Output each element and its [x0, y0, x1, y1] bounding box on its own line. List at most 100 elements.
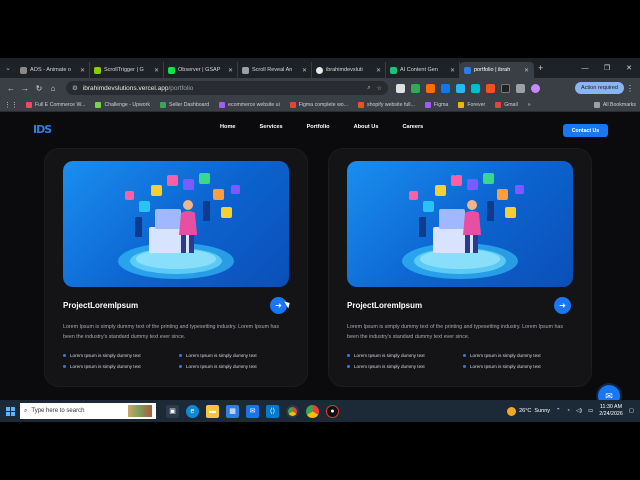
feature-text: Lorem Ipsum is simply dummy text — [70, 353, 141, 358]
task-view-icon[interactable]: ▣ — [166, 404, 179, 418]
tab-portfolio[interactable]: portfolio | ibrah ✕ — [460, 62, 534, 78]
bookmark-item[interactable]: Gmail — [495, 101, 518, 108]
all-bookmarks-label: All Bookmarks — [602, 101, 636, 108]
bookmark-item[interactable]: Forever — [458, 101, 485, 108]
nav-services[interactable]: Services — [260, 124, 283, 130]
vscode-icon[interactable]: ⟨⟩ — [266, 404, 279, 418]
site-navbar: IDS Home Services Portfolio About Us Car… — [0, 112, 640, 142]
developer-illustration — [402, 173, 524, 279]
tab-title: AI Content Gen — [400, 67, 438, 73]
tab-favicon — [390, 66, 397, 74]
close-icon[interactable]: ✕ — [302, 67, 307, 74]
letterbox-top — [0, 0, 640, 58]
profile-avatar-icon[interactable] — [531, 83, 540, 93]
bookmark-item[interactable]: Challenge - Upwork — [95, 101, 150, 108]
reload-button[interactable]: ↻ — [32, 84, 46, 93]
edge-icon[interactable]: e — [186, 404, 199, 418]
close-icon[interactable]: ✕ — [376, 67, 381, 74]
tab-ai-content[interactable]: AI Content Gen ✕ — [386, 62, 460, 78]
bookmark-item[interactable]: Figma complete wo... — [289, 101, 348, 108]
bullet-dot-icon — [463, 354, 466, 357]
github-icon — [316, 66, 323, 74]
chevron-up-icon[interactable]: ⌃ — [556, 408, 561, 414]
bookmark-item[interactable]: shopify website full... — [358, 101, 415, 108]
battery-icon[interactable]: ▭ — [588, 408, 593, 414]
bullet-dot-icon — [347, 365, 350, 368]
extension-icon[interactable] — [501, 83, 510, 93]
close-icon[interactable]: ✕ — [228, 67, 233, 74]
extensions-puzzle-icon[interactable] — [516, 83, 525, 93]
volume-icon[interactable]: ◁) — [576, 408, 582, 414]
time: 11:30 AM — [600, 404, 622, 410]
project-description: Lorem Ipsum is simply dummy text of the … — [347, 324, 563, 340]
url-host: ibrahimdevslutions.vercel.app — [82, 84, 169, 92]
new-tab-button[interactable]: + — [538, 63, 543, 73]
arrow-right-icon[interactable]: ➜ — [554, 297, 571, 314]
apps-grid-icon[interactable]: ⋮⋮ — [4, 101, 18, 109]
back-button[interactable]: ← — [4, 84, 18, 93]
tab-strip: ⌄ AOS - Animate o ✕ ScrollTrigger | G ✕ Ob… — [0, 58, 640, 78]
tab-favicon — [20, 66, 27, 74]
extension-icon[interactable] — [396, 83, 405, 93]
site-info-icon[interactable]: ⚙ — [72, 84, 78, 92]
bookmark-item[interactable]: Figma — [424, 101, 448, 108]
taskbar-search[interactable]: ⌕ Type here to search — [20, 403, 156, 419]
screen-recorder-icon[interactable]: ● — [326, 404, 339, 418]
more-menu-icon[interactable]: ⋮ — [624, 84, 636, 93]
mail-app-icon[interactable]: ✉ — [246, 404, 259, 418]
minimize-button[interactable]: — — [574, 65, 596, 72]
nav-careers[interactable]: Careers — [402, 124, 423, 130]
tab-observer[interactable]: Observer | GSAP ✕ — [164, 62, 238, 78]
site-logo[interactable]: IDS — [33, 123, 52, 136]
bookmark-item[interactable]: ecommerce website ui — [219, 101, 280, 108]
zoom-icon[interactable]: ⌕ — [367, 85, 370, 92]
notifications-icon[interactable]: ▢ — [629, 408, 634, 414]
all-bookmarks-button[interactable]: All Bookmarks — [593, 101, 636, 108]
address-bar[interactable]: ⚙ ibrahimdevslutions.vercel.app/portfoli… — [66, 81, 388, 95]
extension-icon[interactable] — [486, 83, 495, 93]
contact-us-button[interactable]: Contact Us — [563, 124, 608, 137]
project-card: ProjectLoremIpsum ➜ Lorem Ipsum is simpl… — [329, 149, 591, 386]
nav-portfolio[interactable]: Portfolio — [307, 124, 330, 130]
mail-icon[interactable]: ✉ — [598, 385, 620, 400]
browser-window: ⌄ AOS - Animate o ✕ ScrollTrigger | G ✕ Ob… — [0, 58, 640, 400]
close-window-button[interactable]: ✕ — [618, 64, 640, 72]
file-explorer-icon[interactable]: ▬ — [206, 404, 219, 418]
home-button[interactable]: ⌂ — [46, 84, 60, 93]
extension-icon[interactable] — [441, 83, 450, 93]
chrome-icon[interactable] — [306, 404, 319, 418]
windows-logo — [5, 406, 15, 416]
action-required-button[interactable]: Action required — [575, 82, 624, 94]
extension-icon[interactable] — [411, 83, 420, 93]
bookmark-item[interactable]: Seller Dashboard — [160, 101, 209, 108]
nav-about-us[interactable]: About Us — [354, 124, 379, 130]
tab-aos[interactable]: AOS - Animate o ✕ — [16, 62, 90, 78]
site-menu: Home Services Portfolio About Us Careers — [220, 124, 447, 130]
project-card: ProjectLoremIpsum ➜ Lorem Ipsum is simpl… — [45, 149, 307, 386]
weather-widget[interactable]: 26°C Sunny — [507, 406, 550, 416]
extension-icon[interactable] — [426, 83, 435, 93]
extension-icon[interactable] — [456, 83, 465, 93]
maximize-button[interactable]: ❐ — [596, 64, 618, 72]
close-icon[interactable]: ✕ — [154, 67, 159, 74]
clock[interactable]: 11:30 AM 2/24/2026 — [599, 404, 623, 418]
chrome-icon[interactable] — [286, 404, 299, 418]
extension-icon[interactable] — [471, 83, 480, 93]
close-icon[interactable]: ✕ — [524, 67, 529, 74]
bookmark-label: Gmail — [504, 101, 518, 108]
tab-scroll-reveal[interactable]: Scroll Reveal An ✕ — [238, 62, 312, 78]
tab-search-icon[interactable]: ⌄ — [0, 58, 16, 78]
tab-scrolltrigger[interactable]: ScrollTrigger | G ✕ — [90, 62, 164, 78]
forward-button[interactable]: → — [18, 84, 32, 93]
bookmark-star-icon[interactable]: ☆ — [377, 85, 382, 92]
bookmarks-overflow-icon[interactable]: » — [528, 102, 531, 108]
store-icon[interactable]: ▦ — [226, 404, 239, 418]
close-icon[interactable]: ✕ — [450, 67, 455, 74]
network-icon[interactable]: ◔ — [567, 408, 570, 414]
tab-github[interactable]: ibrahimdevsluti ✕ — [312, 62, 386, 78]
windows-start-icon[interactable] — [0, 400, 20, 422]
nav-home[interactable]: Home — [220, 124, 236, 130]
bookmark-item[interactable]: Full E Commerce W... — [26, 101, 85, 108]
close-icon[interactable]: ✕ — [80, 67, 85, 74]
arrow-right-icon[interactable]: ➜ — [270, 297, 287, 314]
